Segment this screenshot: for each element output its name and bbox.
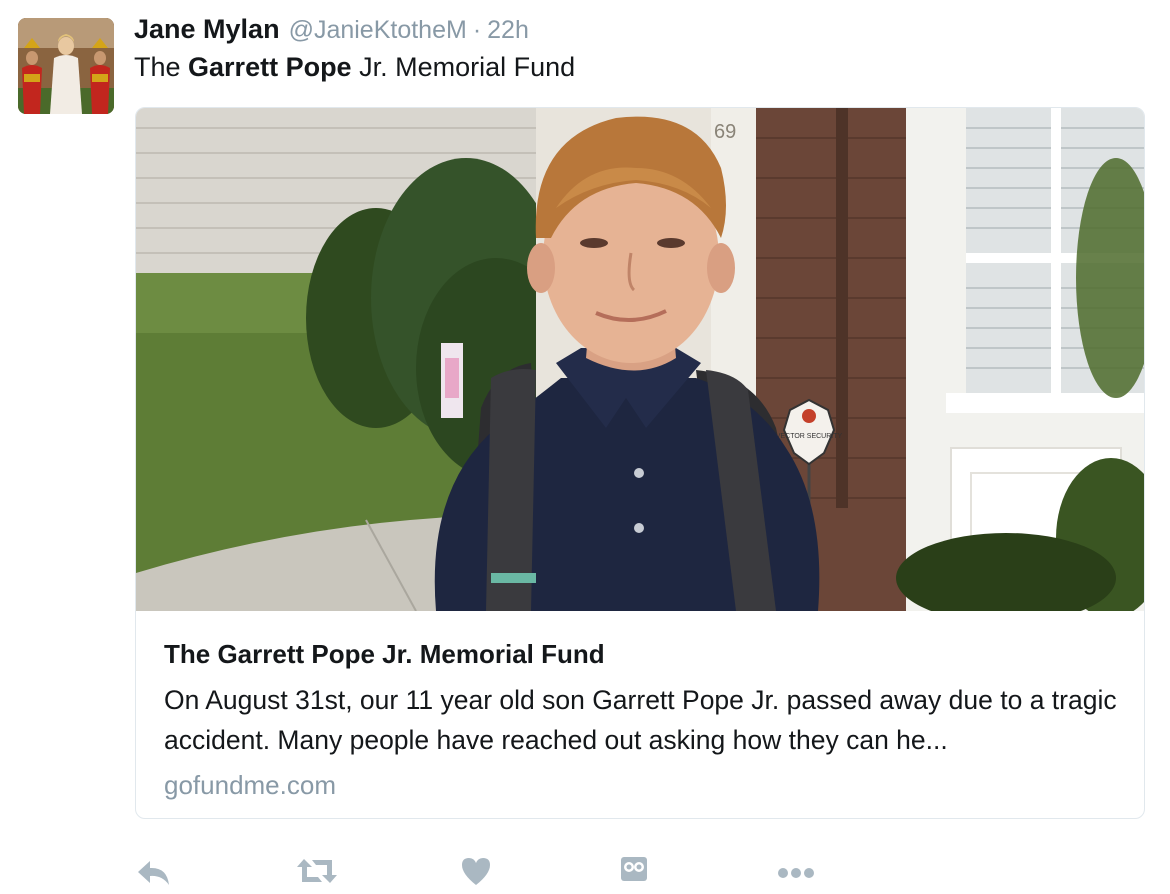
dm-button[interactable] (620, 855, 664, 891)
retweet-button[interactable] (296, 855, 340, 891)
card-domain[interactable]: gofundme.com (164, 770, 1124, 801)
separator-dot: · (472, 16, 482, 44)
card-image[interactable]: 69 VECTOR SECURITY (136, 108, 1144, 611)
more-icon (778, 868, 814, 878)
svg-text:69: 69 (714, 121, 736, 143)
avatar[interactable] (18, 18, 114, 114)
card-description: On August 31st, our 11 year old son Garr… (164, 685, 1117, 755)
dm-icon (621, 857, 647, 881)
tweet: Jane Mylan @JanieKtotheM · 22h The Garre… (0, 0, 1170, 894)
like-button[interactable] (460, 855, 504, 891)
tweet-text-bold: Garrett Pope (188, 52, 352, 82)
retweet-icon (297, 859, 337, 883)
security-sign-text: VECTOR SECURITY (776, 433, 843, 440)
like-icon (462, 858, 490, 885)
reply-icon (138, 861, 169, 885)
display-name[interactable]: Jane Mylan (134, 14, 280, 45)
tweet-text-after: Jr. Memorial Fund (351, 52, 576, 82)
card-body: The Garrett Pope Jr. Memorial Fund On Au… (164, 611, 1124, 801)
link-card[interactable]: 69 VECTOR SECURITY The Garrett Pope Jr. … (135, 107, 1145, 819)
user-handle[interactable]: @JanieKtotheM (289, 16, 467, 45)
reply-button[interactable] (136, 855, 180, 891)
tweet-header: Jane Mylan @JanieKtotheM · 22h (134, 14, 529, 48)
card-title[interactable]: The Garrett Pope Jr. Memorial Fund (164, 639, 1124, 670)
tweet-text-before: The (134, 52, 189, 82)
more-button[interactable] (776, 855, 820, 891)
timestamp[interactable]: 22h (487, 16, 529, 45)
tweet-text: The Garrett Pope Jr. Memorial Fund (134, 52, 575, 83)
